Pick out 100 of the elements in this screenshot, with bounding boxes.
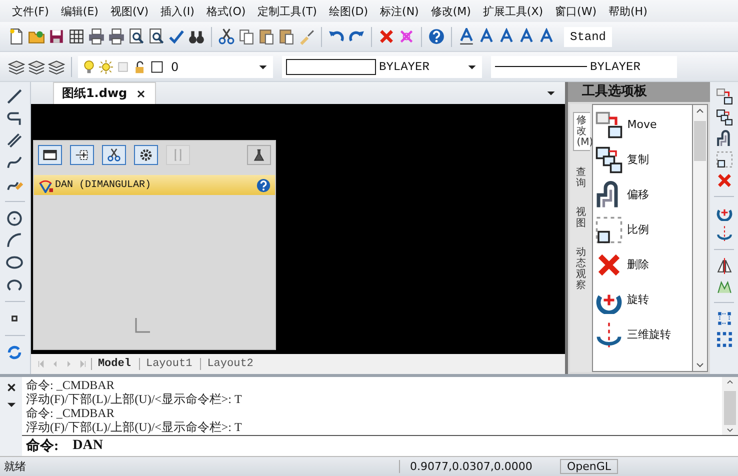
menu-item[interactable]: 视图(V) xyxy=(104,4,155,18)
copy-object-icon[interactable] xyxy=(716,109,733,126)
layer-icon[interactable] xyxy=(28,58,45,75)
color-dropdown[interactable]: BYLAYER xyxy=(282,56,482,78)
menu-item[interactable]: 编辑(E) xyxy=(54,4,104,18)
tool-label[interactable]: Move xyxy=(627,118,657,131)
menu-item[interactable]: 格式(O) xyxy=(200,4,252,18)
render-mode-button[interactable]: OpenGL xyxy=(560,459,618,474)
mirror-3d-icon[interactable] xyxy=(716,278,733,295)
copy-object-icon[interactable] xyxy=(716,88,733,105)
multiline-icon[interactable] xyxy=(6,132,24,149)
grid-icon[interactable] xyxy=(68,28,85,45)
scroll-thumb[interactable] xyxy=(724,391,736,425)
layout-tab[interactable]: Layout1 xyxy=(138,358,198,370)
text-find-icon[interactable] xyxy=(538,28,555,45)
flask-icon[interactable] xyxy=(247,145,271,165)
close-icon[interactable] xyxy=(4,381,18,394)
help-icon[interactable] xyxy=(256,178,271,192)
tool-label[interactable]: 旋转 xyxy=(627,292,650,307)
paste-special-icon[interactable] xyxy=(278,28,295,45)
delete-icon[interactable] xyxy=(378,28,395,45)
rotate-3d-icon[interactable] xyxy=(595,320,624,348)
layer-icon[interactable] xyxy=(8,58,25,75)
scrollbar[interactable] xyxy=(722,377,738,435)
brush-icon[interactable] xyxy=(298,28,315,45)
scale-icon[interactable] xyxy=(595,216,624,244)
palette-tab[interactable]: 动态观察 xyxy=(573,245,590,293)
color-name: BYLAYER xyxy=(379,60,430,74)
refresh-icon[interactable] xyxy=(6,344,24,361)
insert-icon[interactable] xyxy=(70,145,94,165)
cut-icon[interactable] xyxy=(218,28,235,45)
window-icon[interactable] xyxy=(38,145,62,165)
menu-item[interactable]: 绘图(D) xyxy=(322,4,374,18)
copy-object-icon[interactable] xyxy=(595,146,624,174)
layer-icon[interactable] xyxy=(48,58,65,75)
palette-tab[interactable]: 修改(M) xyxy=(572,112,590,151)
spline-icon[interactable] xyxy=(6,154,24,171)
cross-icon[interactable] xyxy=(398,28,415,45)
menu-item[interactable]: 帮助(H) xyxy=(602,4,654,18)
tool-label[interactable]: 三维旋转 xyxy=(627,327,672,342)
tool-label[interactable]: 偏移 xyxy=(627,187,650,202)
printer-icon[interactable] xyxy=(88,28,105,45)
help-icon[interactable] xyxy=(428,28,445,45)
offset-icon[interactable] xyxy=(716,130,733,147)
printer-icon[interactable] xyxy=(108,28,125,45)
copy-icon[interactable] xyxy=(238,28,255,45)
cut-icon[interactable] xyxy=(102,145,126,165)
binoculars-icon[interactable] xyxy=(188,28,205,45)
text-style-icon[interactable] xyxy=(478,28,495,45)
command-input[interactable]: DAN xyxy=(72,438,104,454)
rotate-3d-icon[interactable] xyxy=(716,225,733,242)
scroll-thumb[interactable] xyxy=(694,121,706,161)
arc-icon[interactable] xyxy=(6,232,24,249)
menu-item[interactable]: 扩展工具(X) xyxy=(476,4,550,18)
tool-label[interactable]: 删除 xyxy=(627,257,650,272)
menu-item[interactable]: 修改(M) xyxy=(424,4,477,18)
scrollbar[interactable] xyxy=(693,104,708,372)
menu-item[interactable]: 文件(F) xyxy=(6,4,55,18)
ellipse-icon[interactable] xyxy=(6,254,24,271)
palette-tab[interactable]: 查询 xyxy=(573,165,590,191)
mirror-icon[interactable] xyxy=(716,257,733,274)
array-icon[interactable] xyxy=(716,310,733,327)
circle-icon[interactable] xyxy=(6,210,24,227)
tool-label[interactable]: 复制 xyxy=(627,152,650,167)
delete-icon[interactable] xyxy=(716,172,733,189)
text-style-icon[interactable] xyxy=(458,28,475,45)
settings-icon[interactable] xyxy=(134,145,158,165)
layout-tab[interactable]: Layout2 xyxy=(200,358,260,370)
text-edit-icon[interactable] xyxy=(498,28,515,45)
linetype-name: BYLAYER xyxy=(590,60,640,74)
linetype-dropdown[interactable]: BYLAYER xyxy=(491,56,677,78)
move-icon[interactable] xyxy=(595,110,624,138)
print-preview-icon[interactable] xyxy=(128,28,145,45)
color-swatch-icon xyxy=(150,60,164,74)
paste-icon[interactable] xyxy=(258,28,275,45)
open-folder-icon[interactable] xyxy=(28,28,45,45)
command-history-line: 浮动(F)/下部(L)/上部(U)/<显示命令栏>: T xyxy=(26,420,243,434)
menu-item[interactable]: 插入(I) xyxy=(154,4,200,18)
text-style-field[interactable]: Stand xyxy=(564,26,612,46)
text-edit-icon[interactable] xyxy=(518,28,535,45)
tool-label[interactable]: 比例 xyxy=(627,222,650,237)
line-icon[interactable] xyxy=(6,88,24,105)
save-icon[interactable] xyxy=(48,28,65,45)
polyline-icon[interactable] xyxy=(6,110,24,127)
scale-icon[interactable] xyxy=(716,151,733,168)
spell-check-icon[interactable] xyxy=(168,28,185,45)
menu-item[interactable]: 窗口(W) xyxy=(549,4,603,18)
document-tab[interactable]: 图纸1.dwg xyxy=(52,82,156,104)
page-preview-icon[interactable] xyxy=(148,28,165,45)
angle-dimension-icon xyxy=(38,178,53,192)
new-file-icon[interactable] xyxy=(8,28,25,45)
layer-dropdown[interactable]: 0 xyxy=(78,56,273,78)
menu-item[interactable]: 标注(N) xyxy=(374,4,425,18)
menu-item[interactable]: 定制工具(T) xyxy=(252,4,323,18)
array-icon[interactable] xyxy=(716,331,733,348)
palette-tab[interactable]: 视图 xyxy=(573,205,590,231)
layout-tab[interactable]: Model xyxy=(90,358,137,370)
sun-icon xyxy=(99,60,113,74)
command-list-item[interactable]: DAN (DIMANGULAR) xyxy=(34,175,275,195)
close-icon[interactable] xyxy=(135,88,148,100)
